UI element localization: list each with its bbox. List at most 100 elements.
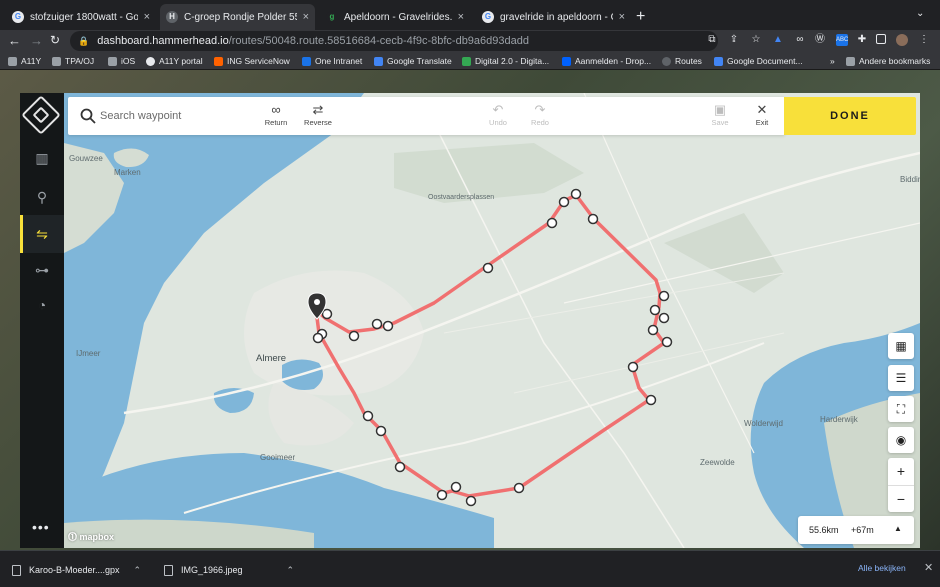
waypoint[interactable] [587,213,599,225]
folder-icon [52,56,61,66]
waypoint[interactable] [348,330,360,342]
share-icon[interactable]: ⇪ [728,34,740,46]
routes-icon[interactable]: ⇋ [30,222,54,246]
bookmark-link[interactable]: A11Y portal [146,54,203,68]
waypoint[interactable] [570,188,582,200]
zoom-in-button[interactable]: + [888,458,914,485]
route-list-button[interactable]: ☰ [888,365,914,391]
tab-search-icon[interactable]: ⌄ [916,8,924,19]
waypoint[interactable] [513,482,525,494]
waypoint[interactable] [658,312,670,324]
browser-tab[interactable]: G stofzuiger 1800watt - Google Z × [6,4,156,30]
extensions-puzzle-icon[interactable]: ✚ [856,34,868,46]
exit-button[interactable]: ✕ Exit [742,103,782,131]
new-tab-icon[interactable]: + [636,8,645,26]
workouts-icon[interactable]: ⊶ [30,258,54,282]
waypoint[interactable] [375,425,387,437]
map-canvas[interactable] [64,93,920,548]
bookmark-folder[interactable]: iOS [108,54,135,68]
bookmark-folder[interactable]: TPA/OJ [52,54,94,68]
bookmark-link[interactable]: Routes [662,54,702,68]
stats-icon[interactable]: ▥ [30,146,54,170]
download-item[interactable]: Karoo-B-Moeder....gpx ⌃ [12,561,141,579]
close-tab-icon[interactable]: × [144,11,150,23]
translate-icon [374,56,383,66]
waypoint[interactable] [321,308,333,320]
reverse-button[interactable]: ⇄ Reverse [298,103,338,131]
route-stats-panel[interactable]: 55.6km +67m ▲ [798,516,914,544]
bookmark-folder[interactable]: A11Y [8,54,41,68]
waypoint[interactable] [649,304,661,316]
zoom-out-button[interactable]: − [888,486,914,513]
browser-tab[interactable]: G gravelride in apeldoorn - Goog × [476,4,631,30]
progress-icon[interactable]: ◔ [30,293,54,317]
extension-icon[interactable]: Ⓦ [814,34,826,46]
forward-icon[interactable]: → [30,33,43,48]
extension-icon[interactable]: ∞ [794,34,806,46]
back-icon[interactable]: ← [8,33,21,48]
bookmark-link[interactable]: ING ServiceNow [214,54,290,68]
undo-button[interactable]: ↶ Undo [478,103,518,131]
bookmark-link[interactable]: One Intranet [302,54,362,68]
extension-icon[interactable]: ▲ [772,34,784,46]
mapbox-attribution[interactable]: ⓵ mapbox [68,530,114,543]
browser-tab-active[interactable]: H C-groep Rondje Polder 55 km | × [160,4,315,30]
close-tab-icon[interactable]: × [458,11,464,23]
url-field[interactable]: 🔒 dashboard.hammerhead.io/routes/50048.r… [70,31,718,51]
waypoint[interactable] [436,489,448,501]
redo-button[interactable]: ↷ Redo [520,103,560,131]
waypoint[interactable] [558,196,570,208]
reload-icon[interactable]: ↻ [50,33,60,47]
bike-icon[interactable]: ⚲ [30,185,54,209]
bookmark-link[interactable]: Google Document... [714,54,803,68]
chevron-up-icon[interactable]: ⌃ [134,565,142,576]
bookmark-link[interactable]: Aanmelden - Drop... [562,54,651,68]
expand-up-icon[interactable]: ▲ [894,524,902,533]
waypoint[interactable] [371,318,383,330]
waypoint[interactable] [394,461,406,473]
waypoint[interactable] [482,262,494,274]
waypoint[interactable] [450,481,462,493]
waypoint[interactable] [647,324,659,336]
bookmark-folder[interactable]: Andere bookmarks [846,54,930,68]
search-waypoint-input[interactable] [100,106,250,126]
waypoint[interactable] [465,495,477,507]
waypoint[interactable] [382,320,394,332]
map-style-button[interactable]: ▦ [888,333,914,359]
redo-label: Redo [531,118,549,127]
save-button[interactable]: ▣ Save [700,103,740,131]
bookmark-link[interactable]: » [830,54,835,68]
route-distance: 55.6km [809,525,839,535]
route-map[interactable]: Gouwzee Marken IJmeer Almere Gooimeer Oo… [64,93,920,548]
done-button[interactable]: DONE [784,97,916,135]
side-panel-icon[interactable] [876,34,886,44]
waypoint[interactable] [546,217,558,229]
bookmark-star-icon[interactable]: ☆ [750,34,762,46]
waypoint[interactable] [661,336,673,348]
return-button[interactable]: ∞ Return [256,103,296,131]
download-item[interactable]: IMG_1966.jpeg ⌃ [164,561,294,579]
browser-menu-icon[interactable]: ⋮ [918,34,930,46]
more-icon[interactable]: ••• [32,519,50,535]
open-in-app-icon[interactable]: ⧉ [706,34,718,46]
downloads-bar: Karoo-B-Moeder....gpx ⌃ IMG_1966.jpeg ⌃ Al… [0,550,940,587]
bookmark-link[interactable]: Google Translate [374,54,452,68]
close-tab-icon[interactable]: × [619,11,625,23]
show-all-downloads-link[interactable]: Alle bekijken [858,563,906,573]
waypoint[interactable] [362,410,374,422]
close-tab-icon[interactable]: × [303,11,309,23]
extension-icon[interactable]: ABC [836,34,848,46]
chevron-up-icon[interactable]: ⌃ [287,565,295,576]
waypoint[interactable] [645,394,657,406]
browser-tab[interactable]: g Apeldoorn - Gravelrides.cc × [320,4,470,30]
close-downloads-icon[interactable]: ✕ [924,561,933,574]
locate-button[interactable]: ◉ [888,427,914,453]
waypoint[interactable] [627,361,639,373]
profile-avatar[interactable] [896,34,908,46]
zoom-controls: + − [888,458,914,512]
waypoint[interactable] [658,290,670,302]
waypoint[interactable] [312,332,324,344]
hammerhead-logo[interactable] [21,95,61,135]
bookmark-link[interactable]: Digital 2.0 - Digita... [462,54,549,68]
fit-route-button[interactable]: ⛶ [888,396,914,422]
